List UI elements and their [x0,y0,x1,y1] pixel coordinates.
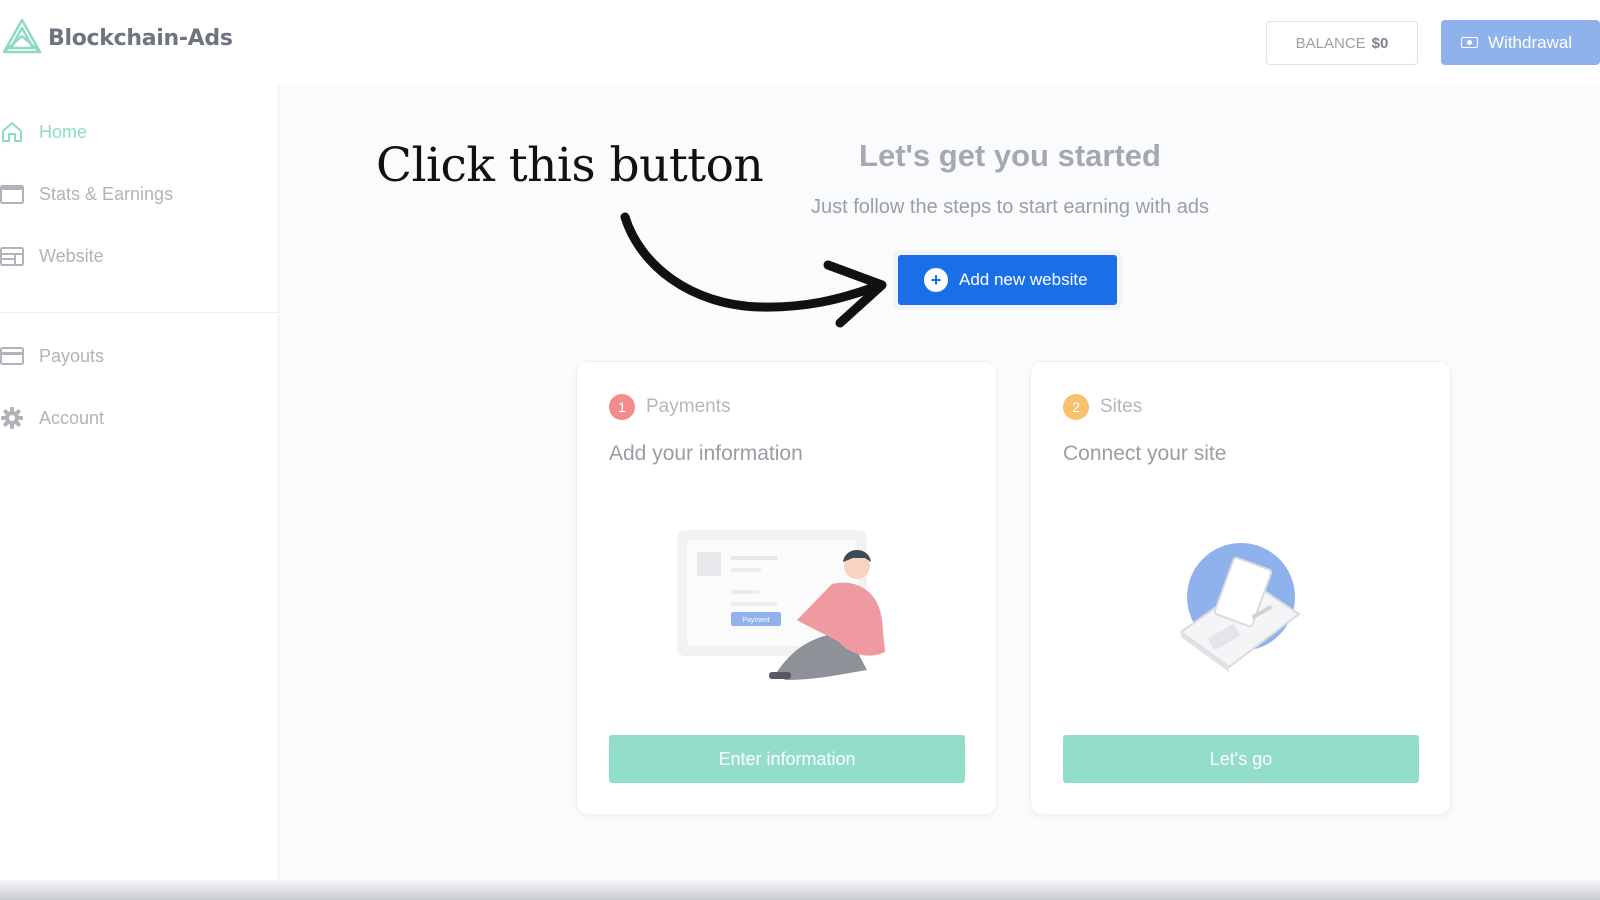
top-header: Blockchain-Ads BALANCE $0 Withdrawal [0,0,1600,84]
sidebar-item-label: Stats & Earnings [39,183,174,204]
annotation-text: Click this button [376,138,764,193]
logo[interactable]: Blockchain-Ads [0,16,233,60]
payment-illustration: Payment [677,530,885,680]
sidebar-item-website[interactable]: Website [0,240,104,272]
arrow-icon [620,212,887,328]
window-icon [0,182,24,206]
credit-card-icon [0,344,24,368]
card-title: Connect your site [1063,442,1227,465]
sidebar-item-label: Payouts [39,345,105,366]
step-number: 1 [609,394,635,420]
logo-icon [2,18,42,54]
sidebar-item-label: Home [39,121,88,142]
sidebar-item-account[interactable]: Account [0,402,104,434]
plus-icon: + [924,268,948,292]
sidebar-item-payouts[interactable]: Payouts [0,340,104,372]
sidebar: Home Stats & Earnings Website Payouts Ac… [0,84,279,900]
lets-go-button[interactable]: Let's go [1063,735,1419,783]
sites-card: 2 Sites Connect your site Let's go [1030,361,1451,815]
step-label: Payments [646,396,731,417]
payments-card: 1 Payments Add your information Payment … [576,361,997,815]
cash-icon [1461,37,1478,48]
add-new-website-button[interactable]: + Add new website [898,255,1117,305]
withdrawal-label: Withdrawal [1488,32,1573,52]
balance-display: BALANCE $0 [1266,21,1418,65]
withdrawal-button[interactable]: Withdrawal [1441,20,1600,65]
sidebar-item-label: Account [39,407,105,428]
step-indicator: 2 Sites [1063,394,1142,420]
step-number: 2 [1063,394,1089,420]
sidebar-item-home[interactable]: Home [0,116,87,148]
payment-badge-text: Payment [742,617,770,624]
card-title: Add your information [609,442,803,465]
enter-information-button[interactable]: Enter information [609,735,965,783]
layout-icon [0,244,24,268]
logo-text: Blockchain-Ads [48,25,233,51]
sidebar-item-stats-earnings[interactable]: Stats & Earnings [0,178,173,210]
home-icon [0,120,24,144]
gear-icon [0,406,24,430]
page-title: Let's get you started [859,138,1161,173]
step-label: Sites [1100,396,1143,417]
balance-label: BALANCE [1295,34,1366,52]
step-indicator: 1 Payments [609,394,730,420]
balance-value: $0 [1371,34,1389,52]
sidebar-divider [0,312,279,313]
bottom-edge [0,880,1600,900]
add-new-website-label: Add new website [959,270,1088,289]
connect-site-illustration [1179,543,1301,672]
sidebar-item-label: Website [39,245,104,266]
